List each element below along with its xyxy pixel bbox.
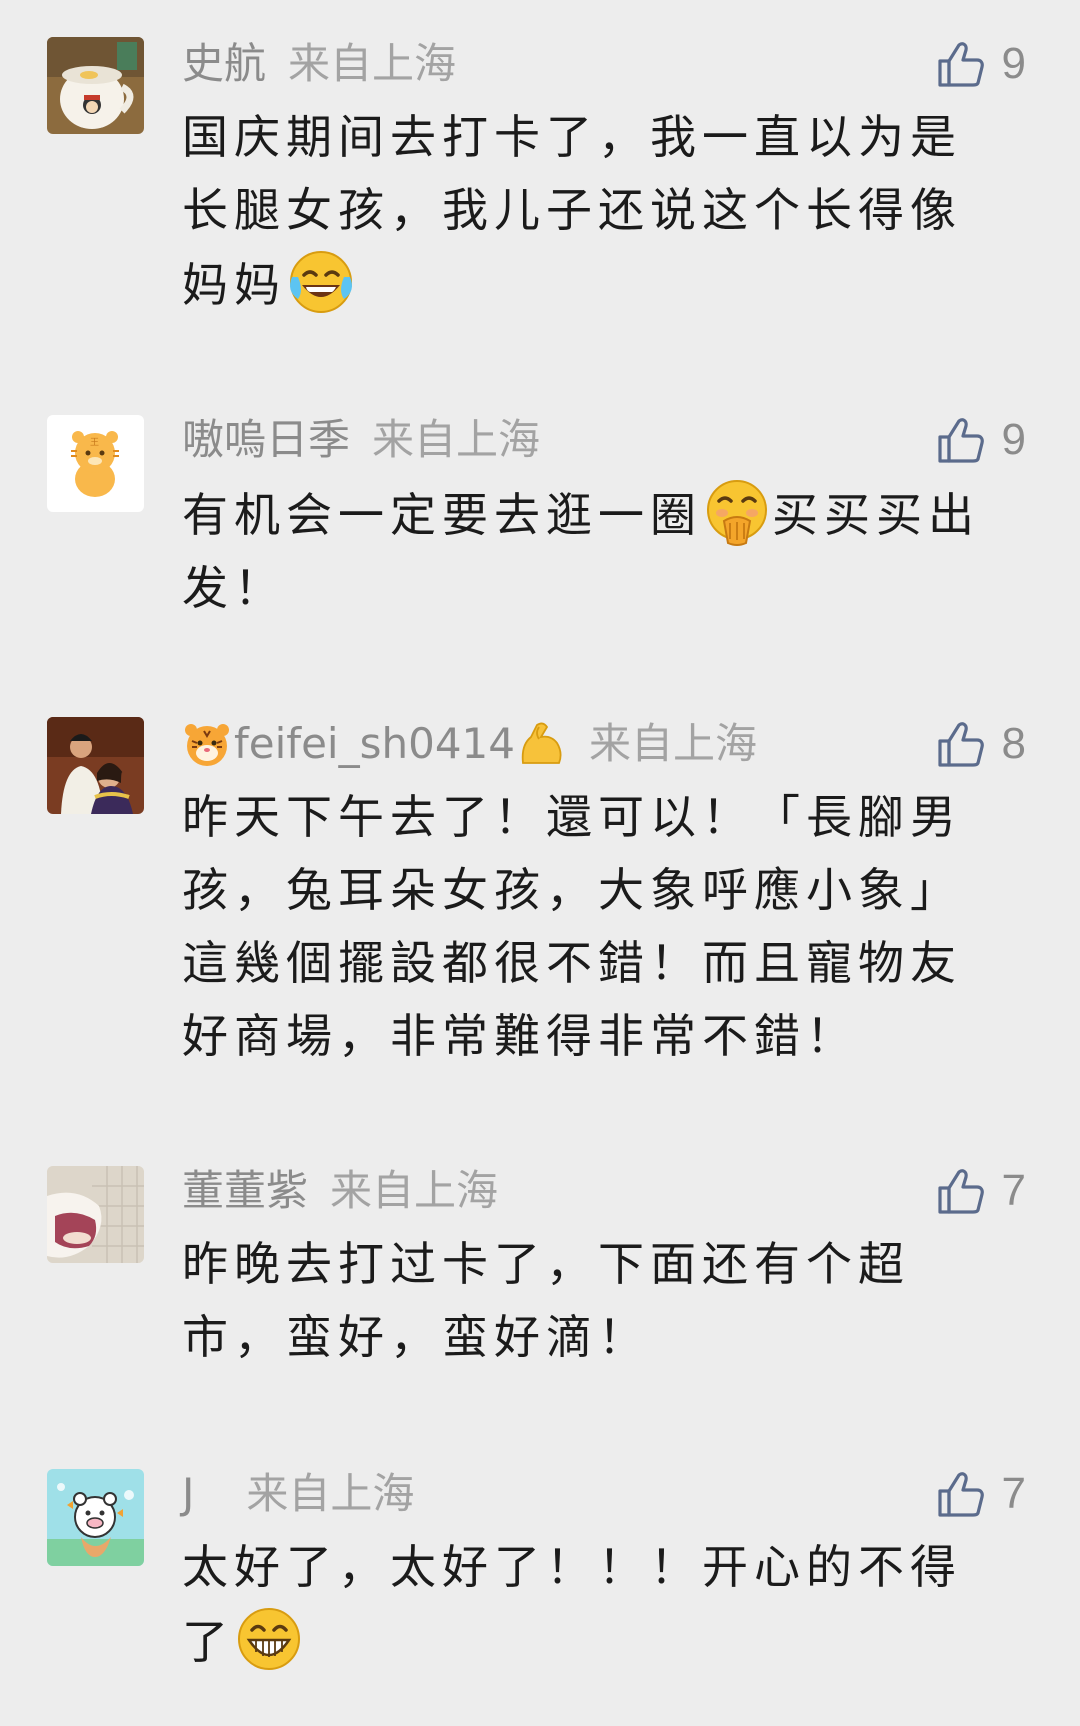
comment-text: 太好了，太好了！！！开心的不得了 bbox=[182, 1531, 1002, 1679]
thumbs-up-icon bbox=[937, 1169, 984, 1214]
location-label: 来自上海 bbox=[588, 719, 757, 768]
location-label: 来自上海 bbox=[330, 1166, 499, 1215]
avatar[interactable] bbox=[47, 1469, 144, 1566]
photo-avatar-image bbox=[47, 1166, 144, 1263]
comment-meta: 董董紫 来自上海 bbox=[182, 1160, 498, 1222]
comment-item: 王 嗷嗚日季 来自上海 9 有机会一定要去逛一圈 买买买出发！ bbox=[0, 409, 1080, 649]
like-count: 9 bbox=[1001, 39, 1026, 88]
avatar[interactable] bbox=[47, 717, 144, 814]
comment-meta: 嗷嗚日季 来自上海 bbox=[182, 409, 540, 471]
nickname[interactable]: 嗷嗚日季 bbox=[182, 409, 350, 471]
comment-text: 国庆期间去打卡了，我一直以为是长腿女孩，我儿子还说这个长得像妈妈 bbox=[182, 101, 1002, 322]
like-count: 7 bbox=[1001, 1166, 1026, 1215]
like-count: 8 bbox=[1001, 719, 1026, 768]
thumbs-up-icon bbox=[937, 722, 984, 767]
like-count: 9 bbox=[1001, 415, 1026, 464]
flexed-biceps-emoji bbox=[521, 722, 562, 764]
comment-item: J 来自上海 7 太好了，太好了！！！开心的不得了 bbox=[0, 1463, 1080, 1703]
svg-text:王: 王 bbox=[90, 437, 99, 448]
thumbs-up-icon bbox=[937, 42, 984, 87]
mug-avatar-image bbox=[47, 37, 144, 134]
grinning-emoji bbox=[238, 1608, 300, 1670]
comment-text-part: 昨晚去打过卡了，下面还有个超市，蛮好，蛮好滴！ bbox=[182, 1237, 910, 1364]
couple-photo-avatar-image bbox=[47, 717, 144, 814]
like-button[interactable]: 8 bbox=[936, 713, 1026, 775]
avatar[interactable] bbox=[47, 1166, 144, 1263]
comment-item: 史航 来自上海 9 国庆期间去打卡了，我一直以为是长腿女孩，我儿子还说这个长得像… bbox=[0, 33, 1080, 333]
comment-text-part: 有机会一定要去逛一圈 bbox=[182, 488, 702, 542]
comment-text: 昨晚去打过卡了，下面还有个超市，蛮好，蛮好滴！ bbox=[182, 1228, 1002, 1374]
comment-text: 有机会一定要去逛一圈 买买买出发！ bbox=[182, 477, 1002, 625]
location-label: 来自上海 bbox=[288, 39, 457, 88]
nickname[interactable]: 史航 bbox=[182, 33, 266, 95]
location-label: 来自上海 bbox=[246, 1469, 415, 1518]
avatar[interactable] bbox=[47, 37, 144, 134]
comment-text: 昨天下午去了！還可以！「長腳男孩，兔耳朵女孩，大象呼應小象」這幾個擺設都很不錯！… bbox=[182, 781, 1002, 1073]
comment-meta: J 来自上海 bbox=[182, 1463, 414, 1525]
thumbs-up-icon bbox=[937, 1472, 984, 1517]
tears-of-joy-emoji bbox=[290, 251, 352, 313]
nickname[interactable]: 董董紫 bbox=[182, 1160, 308, 1222]
avatar[interactable]: 王 bbox=[47, 415, 144, 512]
comment-item: feifei_sh0414 来自上海 8 昨天下午去了！還可以！「長腳男孩，兔耳… bbox=[0, 713, 1080, 1093]
comment-meta: 史航 来自上海 bbox=[182, 33, 456, 95]
nickname[interactable]: feifei_sh0414 bbox=[234, 713, 515, 775]
like-button[interactable]: 9 bbox=[936, 409, 1026, 471]
cartoon-pig-avatar-image bbox=[47, 1469, 144, 1566]
location-label: 来自上海 bbox=[372, 415, 541, 464]
like-button[interactable]: 9 bbox=[936, 33, 1026, 95]
like-count: 7 bbox=[1001, 1469, 1026, 1518]
like-button[interactable]: 7 bbox=[936, 1160, 1026, 1222]
hand-over-mouth-emoji bbox=[707, 480, 767, 546]
comment-meta: feifei_sh0414 来自上海 bbox=[182, 713, 757, 775]
tiger-avatar-image: 王 bbox=[47, 415, 144, 512]
comment-text-part: 昨天下午去了！還可以！「長腳男孩，兔耳朵女孩，大象呼應小象」這幾個擺設都很不錯！… bbox=[182, 790, 962, 1063]
like-button[interactable]: 7 bbox=[936, 1463, 1026, 1525]
tiger-face-emoji bbox=[185, 724, 229, 766]
nickname[interactable]: J bbox=[182, 1463, 194, 1525]
thumbs-up-icon bbox=[937, 418, 984, 463]
comment-item: 董董紫 来自上海 7 昨晚去打过卡了，下面还有个超市，蛮好，蛮好滴！ bbox=[0, 1160, 1080, 1400]
